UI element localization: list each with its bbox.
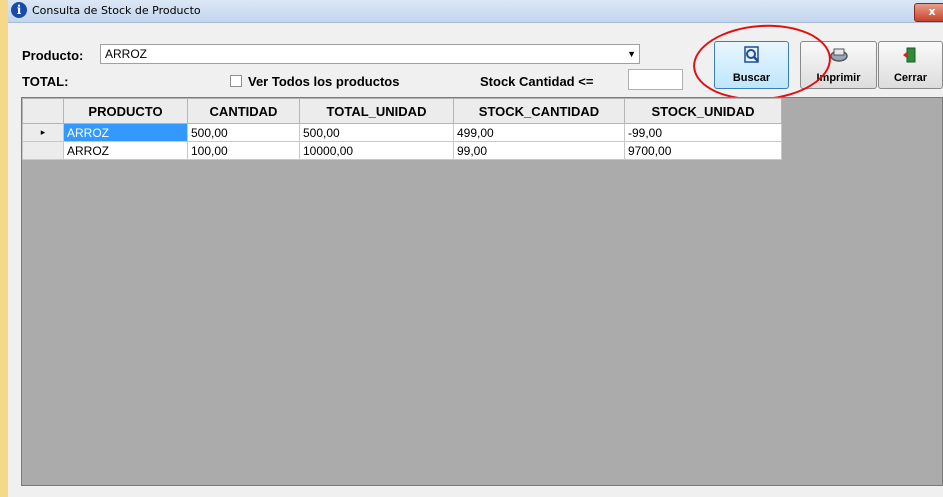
ver-todos-label[interactable]: Ver Todos los productos xyxy=(248,74,399,89)
producto-label: Producto: xyxy=(22,48,84,63)
column-header[interactable]: STOCK_UNIDAD xyxy=(624,98,782,124)
row-header xyxy=(22,141,64,160)
table-cell[interactable]: ARROZ xyxy=(63,141,188,160)
results-grid[interactable]: PRODUCTO CANTIDAD TOTAL_UNIDAD STOCK_CAN… xyxy=(21,97,943,486)
producto-value: ARROZ xyxy=(105,47,147,61)
exit-door-icon xyxy=(879,45,942,65)
table-row[interactable]: ARROZ 100,00 10000,00 99,00 9700,00 xyxy=(22,141,782,160)
info-icon: i xyxy=(11,2,27,18)
header-row: PRODUCTO CANTIDAD TOTAL_UNIDAD STOCK_CAN… xyxy=(22,98,782,124)
row-header-corner xyxy=(22,98,64,124)
column-header[interactable]: STOCK_CANTIDAD xyxy=(453,98,625,124)
stock-query-window: i Consulta de Stock de Producto x Produc… xyxy=(8,0,943,497)
table-row[interactable]: ▸ ARROZ 500,00 500,00 499,00 -99,00 xyxy=(22,123,782,142)
column-header[interactable]: CANTIDAD xyxy=(187,98,300,124)
window-close-button[interactable]: x xyxy=(914,3,943,22)
cerrar-button[interactable]: Cerrar xyxy=(878,41,943,89)
title-bar: i Consulta de Stock de Producto x xyxy=(8,0,943,23)
cerrar-label: Cerrar xyxy=(893,72,928,84)
ver-todos-checkbox[interactable] xyxy=(230,75,242,87)
results-table: PRODUCTO CANTIDAD TOTAL_UNIDAD STOCK_CAN… xyxy=(22,98,782,160)
table-cell[interactable]: 500,00 xyxy=(187,123,300,142)
column-header[interactable]: TOTAL_UNIDAD xyxy=(299,98,454,124)
table-cell[interactable]: ARROZ xyxy=(63,123,188,142)
stock-cantidad-label: Stock Cantidad <= xyxy=(480,74,594,89)
column-header[interactable]: PRODUCTO xyxy=(63,98,188,124)
table-cell[interactable]: 99,00 xyxy=(453,141,625,160)
current-row-arrow-icon: ▸ xyxy=(22,123,64,142)
table-cell[interactable]: 499,00 xyxy=(453,123,625,142)
highlight-circle xyxy=(690,20,834,105)
table-cell[interactable]: 10000,00 xyxy=(299,141,454,160)
chevron-down-icon[interactable]: ▼ xyxy=(627,49,636,59)
window-title: Consulta de Stock de Producto xyxy=(32,4,201,17)
table-cell[interactable]: 100,00 xyxy=(187,141,300,160)
table-cell[interactable]: 500,00 xyxy=(299,123,454,142)
table-cell[interactable]: 9700,00 xyxy=(624,141,782,160)
table-cell[interactable]: -99,00 xyxy=(624,123,782,142)
stock-cantidad-input[interactable] xyxy=(628,69,683,90)
producto-combo[interactable]: ARROZ ▼ xyxy=(100,44,640,64)
total-label: TOTAL: xyxy=(22,74,69,89)
